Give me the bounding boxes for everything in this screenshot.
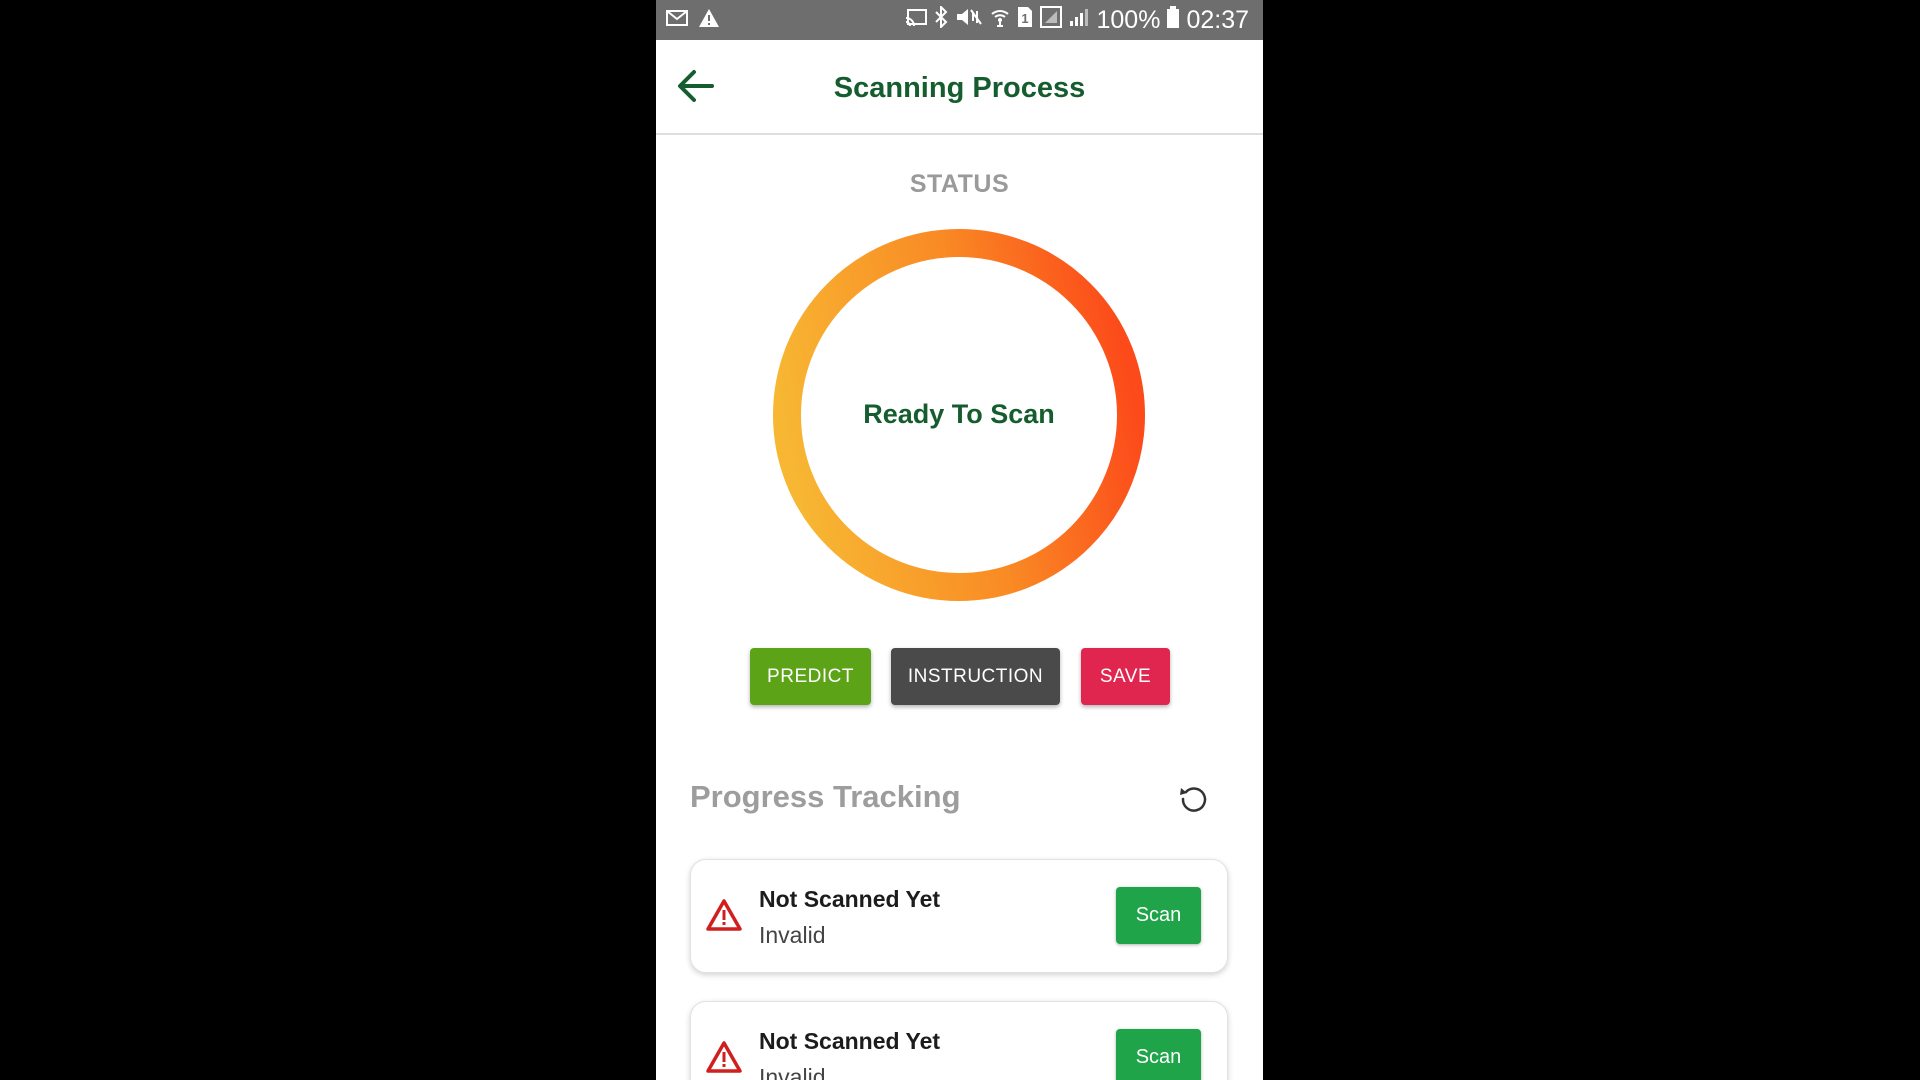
- battery-icon: [1167, 5, 1180, 35]
- scan-button[interactable]: Scan: [1116, 887, 1201, 944]
- item-title: Not Scanned Yet: [759, 886, 941, 912]
- phone-screen: 1 100% 02:37 Scanning Process STATUS Rea…: [656, 0, 1263, 1080]
- signal-icon: [1069, 6, 1089, 34]
- item-subtitle: Invalid: [759, 922, 826, 948]
- app-bar: Scanning Process: [656, 40, 1263, 135]
- cast-icon: [905, 6, 928, 34]
- item-title: Not Scanned Yet: [759, 1028, 941, 1054]
- save-button[interactable]: SAVE: [1081, 648, 1170, 705]
- refresh-icon[interactable]: [1178, 783, 1210, 815]
- status-ring: Ready To Scan: [773, 229, 1145, 601]
- mute-icon: [955, 6, 983, 34]
- scan-button[interactable]: Scan: [1116, 1029, 1201, 1080]
- instruction-button[interactable]: INSTRUCTION: [891, 648, 1060, 705]
- list-item: Not Scanned Yet Invalid Scan: [690, 859, 1228, 973]
- predict-button[interactable]: PREDICT: [750, 648, 871, 705]
- warning-icon: [698, 8, 720, 33]
- signal-box-icon: [1040, 5, 1063, 35]
- warning-icon: [705, 898, 743, 932]
- progress-tracking-title: Progress Tracking: [690, 779, 961, 814]
- page-title: Scanning Process: [833, 72, 1086, 104]
- ready-to-scan-text: Ready To Scan: [863, 399, 1055, 429]
- wifi-icon: [990, 6, 1010, 34]
- clock: 02:37: [1186, 5, 1249, 34]
- sim-icon: 1: [1017, 6, 1033, 35]
- battery-percent: 100%: [1096, 5, 1161, 34]
- bluetooth-icon: [934, 4, 948, 35]
- list-item: Not Scanned Yet Invalid Scan: [690, 1001, 1228, 1080]
- warning-icon: [705, 1040, 743, 1074]
- status-bar: 1 100% 02:37: [656, 0, 1263, 40]
- mail-icon: [666, 9, 688, 31]
- item-subtitle: Invalid: [759, 1064, 826, 1080]
- status-label: STATUS: [909, 170, 1010, 198]
- svg-text:1: 1: [1022, 11, 1029, 26]
